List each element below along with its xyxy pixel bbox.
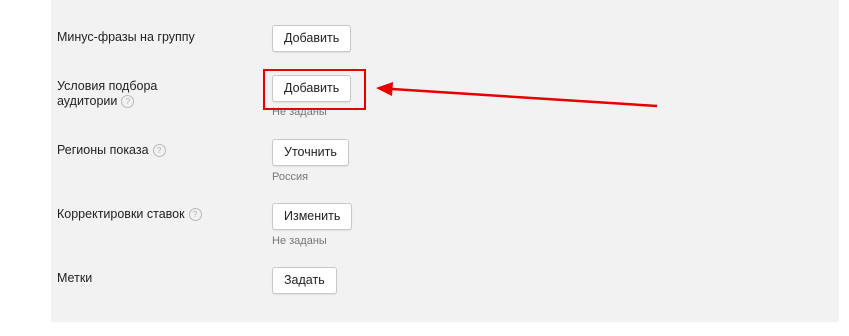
arrow-head [376, 82, 393, 96]
annotation-arrow [376, 82, 658, 108]
arrow-shaft [391, 87, 658, 108]
